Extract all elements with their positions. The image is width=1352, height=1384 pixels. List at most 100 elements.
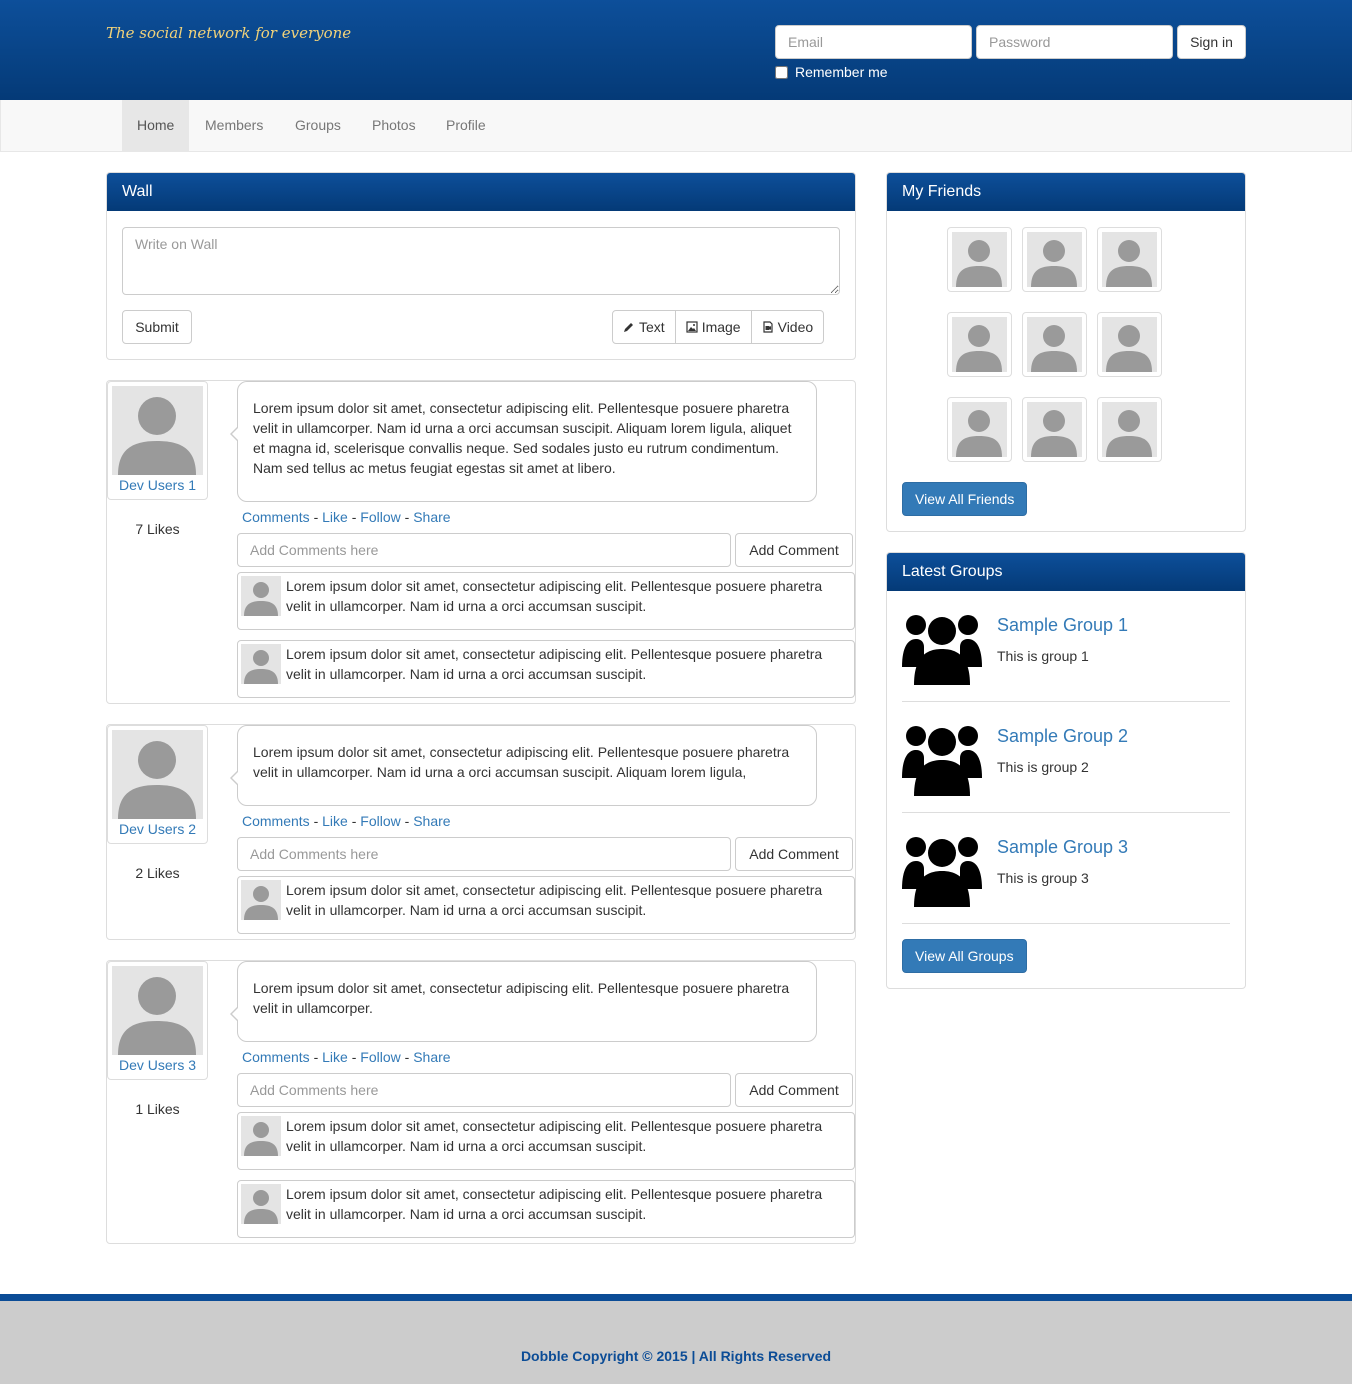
footer: Dobble Copyright © 2015 | All Rights Res… — [0, 1294, 1352, 1384]
comment-avatar — [241, 1116, 281, 1156]
post-type-group: Text Image Video — [612, 310, 825, 344]
share-link[interactable]: Share — [413, 813, 450, 829]
view-all-groups-button[interactable]: View All Groups — [902, 939, 1027, 973]
comment-avatar — [241, 644, 281, 684]
nav-members[interactable]: Members — [190, 100, 278, 151]
comment-text: Lorem ipsum dolor sit amet, consectetur … — [286, 1186, 823, 1222]
nav-groups[interactable]: Groups — [280, 100, 356, 151]
group-name-link[interactable]: Sample Group 1 — [997, 615, 1128, 636]
friend-avatar — [952, 317, 1007, 372]
follow-link[interactable]: Follow — [360, 509, 400, 525]
post-author: Dev Users 3 — [107, 961, 208, 1080]
user-name-link[interactable]: Dev Users 1 — [112, 477, 203, 495]
video-post-button[interactable]: Video — [750, 310, 825, 344]
friend-thumbnail[interactable] — [947, 312, 1012, 377]
person-silhouette-icon — [1106, 410, 1152, 457]
remember-me[interactable]: Remember me — [775, 64, 888, 80]
person-silhouette-icon — [956, 240, 1002, 287]
post-card: Dev Users 2 2 Likes Lorem ipsum dolor si… — [106, 724, 856, 940]
password-input[interactable] — [976, 25, 1173, 59]
comments-link[interactable]: Comments — [242, 1049, 310, 1065]
friend-avatar — [952, 232, 1007, 287]
user-avatar[interactable] — [112, 730, 203, 819]
post-text: Lorem ipsum dolor sit amet, consectetur … — [230, 725, 817, 806]
post-text: Lorem ipsum dolor sit amet, consectetur … — [230, 961, 817, 1042]
comment-text: Lorem ipsum dolor sit amet, consectetur … — [286, 1118, 823, 1154]
nav-profile[interactable]: Profile — [431, 100, 501, 151]
likes-count: 1 Likes — [135, 1101, 180, 1117]
sign-in-button[interactable]: Sign in — [1177, 25, 1246, 59]
likes-count: 7 Likes — [135, 521, 180, 537]
friend-avatar — [1102, 232, 1157, 287]
user-avatar[interactable] — [112, 966, 203, 1055]
comment-item: Lorem ipsum dolor sit amet, consectetur … — [237, 1112, 855, 1170]
wall-title: Wall — [107, 173, 855, 211]
friend-avatar — [1102, 317, 1157, 372]
user-name-link[interactable]: Dev Users 2 — [112, 821, 203, 839]
post-actions: Comments - Like - Follow - Share — [242, 1049, 451, 1065]
comment-item: Lorem ipsum dolor sit amet, consectetur … — [237, 876, 855, 934]
like-link[interactable]: Like — [322, 509, 348, 525]
friend-thumbnail[interactable] — [947, 397, 1012, 462]
like-link[interactable]: Like — [322, 813, 348, 829]
comment-input[interactable] — [237, 1073, 731, 1107]
nav-home[interactable]: Home — [122, 100, 190, 151]
follow-link[interactable]: Follow — [360, 1049, 400, 1065]
user-avatar[interactable] — [112, 386, 203, 475]
comment-input[interactable] — [237, 533, 731, 567]
user-name-link[interactable]: Dev Users 3 — [112, 1057, 203, 1075]
person-silhouette-icon — [118, 977, 196, 1055]
person-silhouette-icon — [244, 1190, 278, 1224]
follow-link[interactable]: Follow — [360, 813, 400, 829]
wall-textarea[interactable] — [122, 227, 840, 295]
group-users-icon — [902, 615, 982, 685]
group-desc: This is group 3 — [997, 870, 1089, 886]
comment-avatar — [241, 1184, 281, 1224]
nav-photos[interactable]: Photos — [357, 100, 431, 151]
add-comment-button[interactable]: Add Comment — [735, 837, 853, 871]
friend-thumbnail[interactable] — [1022, 312, 1087, 377]
share-link[interactable]: Share — [413, 509, 450, 525]
video-file-icon — [763, 321, 773, 333]
post-card: Dev Users 1 7 Likes Lorem ipsum dolor si… — [106, 380, 856, 704]
friend-thumbnail[interactable] — [1097, 397, 1162, 462]
friend-avatar — [1027, 402, 1082, 457]
friend-thumbnail[interactable] — [1022, 397, 1087, 462]
group-users-icon — [902, 726, 982, 796]
comments-link[interactable]: Comments — [242, 509, 310, 525]
add-comment-button[interactable]: Add Comment — [735, 533, 853, 567]
comment-input[interactable] — [237, 837, 731, 871]
pencil-icon — [624, 323, 633, 332]
remember-me-checkbox[interactable] — [775, 65, 788, 79]
email-input[interactable] — [775, 25, 972, 59]
friends-panel: My Friends View All Friends — [886, 172, 1246, 532]
group-desc: This is group 1 — [997, 648, 1089, 664]
group-name-link[interactable]: Sample Group 2 — [997, 726, 1128, 747]
friend-thumbnail[interactable] — [1097, 227, 1162, 292]
post-author: Dev Users 2 — [107, 725, 208, 844]
image-post-button[interactable]: Image — [674, 310, 752, 344]
post-text: Lorem ipsum dolor sit amet, consectetur … — [230, 381, 817, 502]
group-name-link[interactable]: Sample Group 3 — [997, 837, 1128, 858]
comment-item: Lorem ipsum dolor sit amet, consectetur … — [237, 1180, 855, 1238]
groups-panel: Latest Groups Sample Group 1 This is gro… — [886, 552, 1246, 989]
wall-submit-button[interactable]: Submit — [122, 310, 192, 344]
group-desc: This is group 2 — [997, 759, 1089, 775]
comments-link[interactable]: Comments — [242, 813, 310, 829]
text-post-label: Text — [639, 319, 665, 335]
friend-thumbnail[interactable] — [947, 227, 1012, 292]
view-all-friends-button[interactable]: View All Friends — [902, 482, 1028, 516]
add-comment-button[interactable]: Add Comment — [735, 1073, 853, 1107]
group-item: Sample Group 2 This is group 2 — [902, 702, 1230, 813]
picture-icon — [686, 321, 698, 333]
share-link[interactable]: Share — [413, 1049, 450, 1065]
comment-avatar — [241, 576, 281, 616]
like-link[interactable]: Like — [322, 1049, 348, 1065]
friend-thumbnail[interactable] — [1097, 312, 1162, 377]
group-item: Sample Group 3 This is group 3 — [902, 813, 1230, 924]
tagline: The social network for everyone — [106, 24, 352, 42]
person-silhouette-icon — [244, 886, 278, 920]
person-silhouette-icon — [244, 1122, 278, 1156]
text-post-button[interactable]: Text — [612, 310, 676, 344]
friend-thumbnail[interactable] — [1022, 227, 1087, 292]
